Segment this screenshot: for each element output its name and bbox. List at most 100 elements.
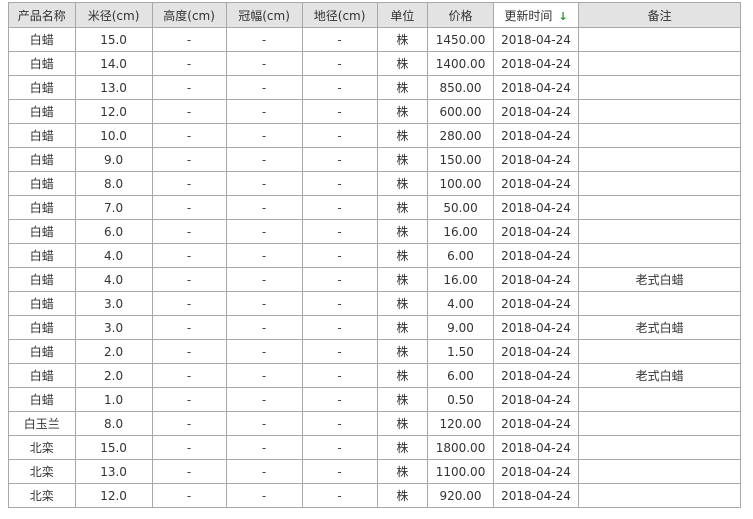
sort-down-arrow-icon: ↓ xyxy=(558,9,568,23)
cell-crown: - xyxy=(225,435,303,460)
cell-note xyxy=(578,75,741,100)
cell-name: 白蜡 xyxy=(8,171,76,196)
cell-date: 2018-04-24 xyxy=(492,99,580,124)
cell-name: 白蜡 xyxy=(8,291,76,316)
table-row[interactable]: 白蜡 2.0- - - 株 1.50 2018-04-24 xyxy=(8,339,741,364)
table-row[interactable]: 白蜡 1.0- - - 株 0.50 2018-04-24 xyxy=(8,387,741,412)
cell-height: - xyxy=(151,171,227,196)
cell-note xyxy=(578,147,741,172)
cell-date: 2018-04-24 xyxy=(492,27,580,52)
table-row[interactable]: 白蜡 9.0- - - 株 150.00 2018-04-24 xyxy=(8,147,741,172)
cell-unit: 株 xyxy=(376,171,429,196)
table-row[interactable]: 白蜡 7.0- - - 株 50.00 2018-04-24 xyxy=(8,195,741,220)
cell-height: - xyxy=(151,387,227,412)
cell-name: 白蜡 xyxy=(8,315,76,340)
table-row[interactable]: 白蜡 4.0- - - 株 16.00 2018-04-24 老式白蜡 xyxy=(8,267,741,292)
cell-note xyxy=(578,411,741,436)
cell-mijing: 3.0 xyxy=(74,291,153,316)
cell-crown: - xyxy=(225,99,303,124)
table-row[interactable]: 北栾 15.0- - - 株 1800.00 2018-04-24 xyxy=(8,435,741,460)
table-row[interactable]: 白蜡 3.0- - - 株 9.00 2018-04-24 老式白蜡 xyxy=(8,315,741,340)
cell-dijing: - xyxy=(301,123,378,148)
column-header-unit[interactable]: 单位 xyxy=(376,2,429,28)
cell-crown: - xyxy=(225,387,303,412)
cell-name: 白玉兰 xyxy=(8,411,76,436)
table-row[interactable]: 白蜡 4.0- - - 株 6.00 2018-04-24 xyxy=(8,243,741,268)
cell-mijing: 12.0 xyxy=(74,99,153,124)
cell-note: 老式白蜡 xyxy=(578,363,741,388)
header-row: 产品名称 米径(cm) 高度(cm) 冠幅(cm) 地径(cm) 单位 价格 更… xyxy=(8,2,741,28)
cell-date: 2018-04-24 xyxy=(492,51,580,76)
cell-mijing: 4.0 xyxy=(74,243,153,268)
table-row[interactable]: 白蜡 13.0- - - 株 850.00 2018-04-24 xyxy=(8,75,741,100)
table-row[interactable]: 北栾 12.0- - - 株 920.00 2018-04-24 xyxy=(8,483,741,508)
cell-dijing: - xyxy=(301,219,378,244)
table-row[interactable]: 白玉兰 8.0- - - 株 120.00 2018-04-24 xyxy=(8,411,741,436)
cell-note xyxy=(578,171,741,196)
cell-crown: - xyxy=(225,219,303,244)
table-row[interactable]: 白蜡 12.0- - - 株 600.00 2018-04-24 xyxy=(8,99,741,124)
cell-name: 白蜡 xyxy=(8,147,76,172)
cell-name: 白蜡 xyxy=(8,195,76,220)
cell-price: 6.00 xyxy=(427,363,494,388)
cell-unit: 株 xyxy=(376,219,429,244)
cell-date: 2018-04-24 xyxy=(492,123,580,148)
table-row[interactable]: 白蜡 14.0- - - 株 1400.00 2018-04-24 xyxy=(8,51,741,76)
cell-unit: 株 xyxy=(376,363,429,388)
table-row[interactable]: 北栾 13.0- - - 株 1100.00 2018-04-24 xyxy=(8,459,741,484)
cell-unit: 株 xyxy=(376,387,429,412)
cell-note xyxy=(578,387,741,412)
cell-mijing: 15.0 xyxy=(74,27,153,52)
cell-price: 6.00 xyxy=(427,243,494,268)
table-row[interactable]: 白蜡 3.0- - - 株 4.00 2018-04-24 xyxy=(8,291,741,316)
column-header-name[interactable]: 产品名称 xyxy=(8,2,76,28)
column-header-note[interactable]: 备注 xyxy=(578,2,741,28)
cell-crown: - xyxy=(225,291,303,316)
column-header-dijing[interactable]: 地径(cm) xyxy=(301,2,378,28)
cell-dijing: - xyxy=(301,243,378,268)
table-row[interactable]: 白蜡 15.0- - - 株 1450.00 2018-04-24 xyxy=(8,27,741,52)
cell-name: 白蜡 xyxy=(8,27,76,52)
table-row[interactable]: 白蜡 6.0- - - 株 16.00 2018-04-24 xyxy=(8,219,741,244)
column-header-label: 备注 xyxy=(647,8,672,23)
table-row[interactable]: 白蜡 8.0- - - 株 100.00 2018-04-24 xyxy=(8,171,741,196)
table-row[interactable]: 白蜡 2.0- - - 株 6.00 2018-04-24 老式白蜡 xyxy=(8,363,741,388)
cell-dijing: - xyxy=(301,435,378,460)
cell-crown: - xyxy=(225,171,303,196)
cell-date: 2018-04-24 xyxy=(492,243,580,268)
column-header-height[interactable]: 高度(cm) xyxy=(151,2,227,28)
cell-mijing: 2.0 xyxy=(74,363,153,388)
cell-dijing: - xyxy=(301,315,378,340)
cell-dijing: - xyxy=(301,99,378,124)
cell-dijing: - xyxy=(301,75,378,100)
column-header-label: 地径(cm) xyxy=(313,8,366,23)
cell-note xyxy=(578,27,741,52)
cell-name: 白蜡 xyxy=(8,51,76,76)
column-header-mijing[interactable]: 米径(cm) xyxy=(74,2,153,28)
cell-date: 2018-04-24 xyxy=(492,363,580,388)
cell-note xyxy=(578,195,741,220)
cell-dijing: - xyxy=(301,51,378,76)
cell-date: 2018-04-24 xyxy=(492,315,580,340)
column-header-label: 单位 xyxy=(390,8,415,23)
cell-date: 2018-04-24 xyxy=(492,483,580,508)
cell-height: - xyxy=(151,435,227,460)
cell-unit: 株 xyxy=(376,435,429,460)
table-row[interactable]: 白蜡 10.0- - - 株 280.00 2018-04-24 xyxy=(8,123,741,148)
cell-unit: 株 xyxy=(376,291,429,316)
cell-height: - xyxy=(151,291,227,316)
cell-unit: 株 xyxy=(376,27,429,52)
cell-crown: - xyxy=(225,459,303,484)
cell-name: 白蜡 xyxy=(8,75,76,100)
cell-date: 2018-04-24 xyxy=(492,75,580,100)
column-header-label: 高度(cm) xyxy=(163,8,215,23)
column-header-price[interactable]: 价格 xyxy=(427,2,494,28)
column-header-crown[interactable]: 冠幅(cm) xyxy=(225,2,303,28)
cell-unit: 株 xyxy=(376,195,429,220)
cell-crown: - xyxy=(225,363,303,388)
cell-mijing: 7.0 xyxy=(74,195,153,220)
column-header-label: 米径(cm) xyxy=(87,8,140,23)
cell-price: 600.00 xyxy=(427,99,494,124)
column-header-date[interactable]: 更新时间 ↓ xyxy=(492,2,580,28)
cell-mijing: 1.0 xyxy=(74,387,153,412)
